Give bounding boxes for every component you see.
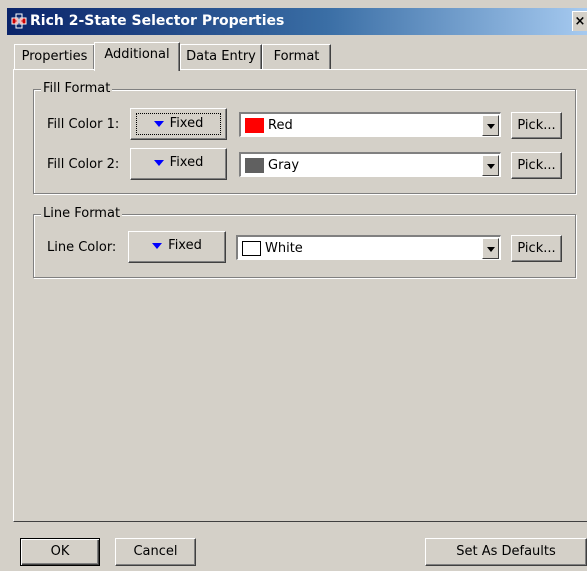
tab-panel-additional: Fill Format Fill Color 1: Fixed Red Pick… [13, 69, 587, 522]
pick-label: Pick... [517, 158, 556, 173]
line-color-select[interactable]: White [236, 235, 501, 260]
fill-color-2-label: Fill Color 2: [47, 157, 120, 172]
selected-color: Red [268, 118, 293, 133]
tab-label: Data Entry [186, 49, 256, 64]
fill-color-2-mode-button[interactable]: Fixed [130, 148, 227, 180]
set-as-defaults-button[interactable]: Set As Defaults [425, 538, 587, 566]
set-defaults-label: Set As Defaults [456, 544, 556, 559]
dropdown-arrow-icon [153, 159, 164, 166]
tab-label: Properties [21, 49, 88, 64]
ok-label: OK [50, 544, 70, 559]
close-button[interactable]: × [572, 11, 587, 31]
pick-label: Pick... [517, 241, 556, 256]
selected-color: White [265, 241, 303, 256]
pick-label: Pick... [517, 118, 556, 133]
line-format-group: Line Format Line Color: Fixed White Pick… [33, 206, 576, 278]
tab-format[interactable]: Format [262, 44, 331, 69]
line-color-mode-button[interactable]: Fixed [128, 231, 226, 263]
mode-label: Fixed [168, 238, 202, 253]
tab-label: Format [273, 49, 320, 64]
fill-color-1-mode-button[interactable]: Fixed [130, 108, 227, 140]
color-swatch [245, 118, 264, 133]
line-color-pick-button[interactable]: Pick... [511, 235, 562, 262]
selected-color: Gray [268, 158, 300, 173]
fill-format-group: Fill Format Fill Color 1: Fixed Red Pick… [33, 81, 576, 194]
mode-label: Fixed [169, 155, 204, 170]
fill-color-1-pick-button[interactable]: Pick... [511, 112, 562, 139]
fill-format-legend: Fill Format [41, 81, 113, 96]
cancel-label: Cancel [133, 544, 178, 559]
mode-label: Fixed [169, 116, 204, 131]
fill-color-2-pick-button[interactable]: Pick... [511, 152, 562, 179]
fill-color-1-select[interactable]: Red [239, 112, 501, 137]
window-title: Rich 2-State Selector Properties [30, 13, 285, 29]
color-swatch [245, 158, 264, 173]
fill-color-1-label: Fill Color 1: [47, 117, 120, 132]
chevron-down-icon[interactable] [482, 238, 499, 259]
tab-additional[interactable]: Additional [94, 42, 180, 71]
chevron-down-icon[interactable] [482, 115, 499, 136]
ok-button[interactable]: OK [20, 538, 100, 566]
app-icon [11, 13, 27, 29]
tab-label: Additional [104, 47, 170, 62]
tab-properties[interactable]: Properties [14, 44, 95, 69]
chevron-down-icon[interactable] [482, 155, 499, 176]
dropdown-arrow-icon [152, 242, 163, 249]
title-bar: Rich 2-State Selector Properties × [7, 8, 587, 35]
dropdown-arrow-icon [153, 120, 164, 127]
line-format-legend: Line Format [41, 206, 123, 221]
color-swatch [242, 241, 261, 256]
fill-color-2-select[interactable]: Gray [239, 152, 501, 177]
tab-data-entry[interactable]: Data Entry [180, 44, 262, 69]
cancel-button[interactable]: Cancel [115, 538, 196, 566]
close-icon: × [574, 14, 586, 29]
line-color-label: Line Color: [47, 240, 117, 255]
